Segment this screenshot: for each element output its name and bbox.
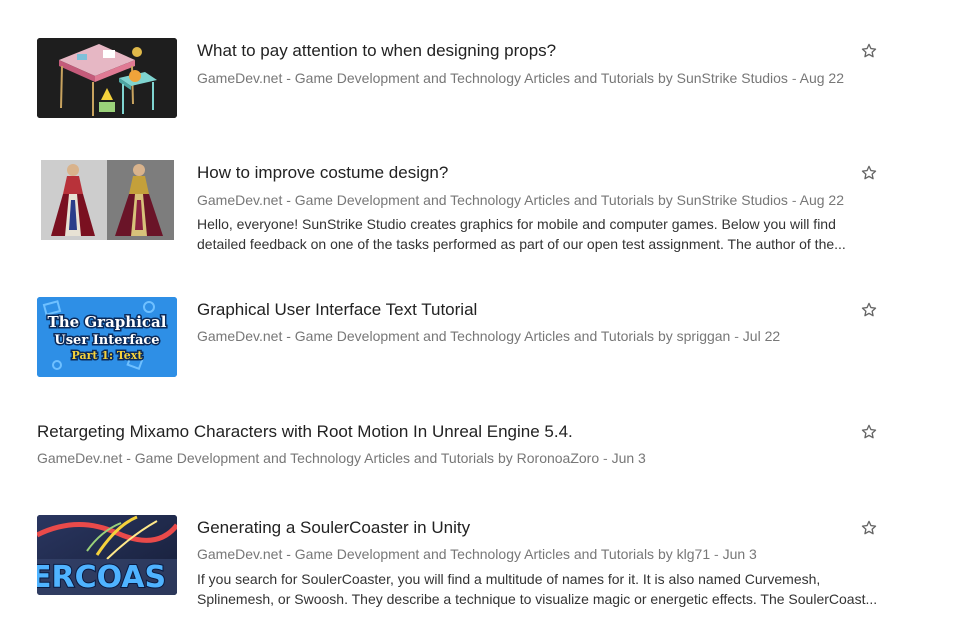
- article-author[interactable]: SunStrike Studios: [677, 70, 788, 86]
- author-prefix: by: [657, 328, 673, 344]
- article-source[interactable]: GameDev.net - Game Development and Techn…: [197, 192, 654, 208]
- article-title[interactable]: How to improve costume design?: [197, 163, 448, 183]
- date-separator: -: [791, 192, 797, 208]
- thumb-overlay-text: ERCOAS: [37, 560, 166, 595]
- article-date: Jun 3: [722, 546, 757, 562]
- costume-figures-image: [41, 160, 174, 240]
- snippet-line: detailed feedback on one of the tasks pe…: [197, 236, 846, 252]
- article-author[interactable]: spriggan: [677, 328, 731, 344]
- date-separator: -: [714, 546, 719, 562]
- star-outline-icon[interactable]: [860, 301, 878, 319]
- star-outline-icon[interactable]: [860, 164, 878, 182]
- date-separator: -: [791, 70, 797, 86]
- soulercoaster-image: ERCOAS: [37, 515, 177, 595]
- thumb-title-line: The Graphical: [48, 313, 167, 331]
- article-author[interactable]: klg71: [677, 546, 710, 562]
- author-prefix: by: [657, 192, 673, 208]
- article-meta: GameDev.net - Game Development and Techn…: [197, 546, 757, 562]
- author-prefix: by: [657, 546, 673, 562]
- snippet-line: Hello, everyone! SunStrike Studio create…: [197, 216, 836, 232]
- article-date: Jun 3: [611, 450, 646, 466]
- article-date: Aug 22: [799, 70, 844, 86]
- article-source[interactable]: GameDev.net - Game Development and Techn…: [197, 328, 654, 344]
- gui-text-image: The Graphical User Interface Part 1: Tex…: [37, 297, 177, 377]
- article-thumbnail[interactable]: The Graphical User Interface Part 1: Tex…: [37, 297, 177, 377]
- snippet-line: Splinemesh, or Swoosh. They describe a t…: [197, 591, 878, 607]
- author-prefix: by: [497, 450, 513, 466]
- article-title[interactable]: Generating a SoulerCoaster in Unity: [197, 518, 470, 538]
- article-meta: GameDev.net - Game Development and Techn…: [197, 192, 844, 208]
- article-thumbnail[interactable]: ERCOAS: [37, 515, 177, 595]
- date-separator: -: [603, 450, 608, 466]
- article-meta: GameDev.net - Game Development and Techn…: [37, 450, 646, 466]
- article-date: Aug 22: [799, 192, 844, 208]
- article-title[interactable]: Retargeting Mixamo Characters with Root …: [37, 422, 573, 442]
- article-date: Jul 22: [742, 328, 781, 344]
- star-outline-icon[interactable]: [860, 519, 878, 537]
- article-snippet: If you search for SoulerCoaster, you wil…: [197, 569, 882, 609]
- article-title[interactable]: What to pay attention to when designing …: [197, 41, 556, 61]
- article-meta: GameDev.net - Game Development and Techn…: [197, 328, 780, 344]
- article-snippet: Hello, everyone! SunStrike Studio create…: [197, 214, 882, 254]
- article-source[interactable]: GameDev.net - Game Development and Techn…: [37, 450, 494, 466]
- star-outline-icon[interactable]: [860, 42, 878, 60]
- article-author[interactable]: SunStrike Studios: [677, 192, 788, 208]
- snippet-line: If you search for SoulerCoaster, you wil…: [197, 571, 821, 587]
- article-thumbnail[interactable]: [37, 160, 177, 240]
- article-author[interactable]: RoronoaZoro: [517, 450, 600, 466]
- author-prefix: by: [657, 70, 673, 86]
- star-outline-icon[interactable]: [860, 423, 878, 441]
- props-desk-image: [37, 38, 177, 118]
- article-meta: GameDev.net - Game Development and Techn…: [197, 70, 844, 86]
- article-thumbnail[interactable]: [37, 38, 177, 118]
- article-title[interactable]: Graphical User Interface Text Tutorial: [197, 300, 477, 320]
- thumb-subtitle: Part 1: Text: [72, 349, 144, 362]
- date-separator: -: [734, 328, 739, 344]
- article-source[interactable]: GameDev.net - Game Development and Techn…: [197, 546, 654, 562]
- article-source[interactable]: GameDev.net - Game Development and Techn…: [197, 70, 654, 86]
- thumb-title-line: User Interface: [54, 333, 159, 348]
